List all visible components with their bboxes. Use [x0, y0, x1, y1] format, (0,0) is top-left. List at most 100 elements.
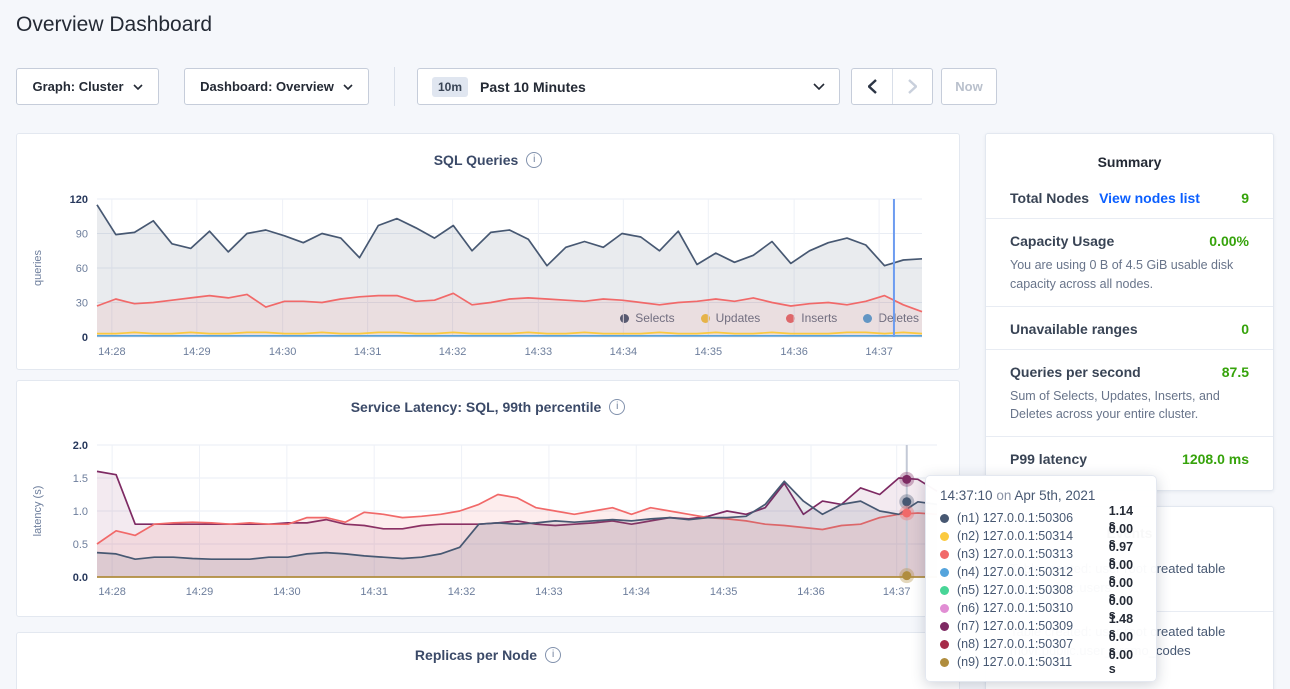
- svg-text:14:35: 14:35: [710, 586, 738, 598]
- replicas-card: Replicas per Node i: [16, 632, 960, 689]
- svg-text:14:35: 14:35: [695, 346, 723, 358]
- chevron-left-icon: [868, 79, 877, 94]
- time-prev-button[interactable]: [852, 69, 892, 104]
- svg-text:14:33: 14:33: [535, 586, 563, 598]
- node-address: (n8) 127.0.0.1:50307: [957, 637, 1101, 651]
- node-color-dot: [940, 586, 949, 595]
- node-color-dot: [940, 532, 949, 541]
- now-button-label: Now: [955, 79, 982, 94]
- capacity-usage-caption: You are using 0 B of 4.5 GiB usable disk…: [1010, 256, 1249, 294]
- sql-queries-chart[interactable]: 030609012014:2814:2914:3014:3114:3214:33…: [25, 186, 953, 373]
- dashboard-dropdown[interactable]: Dashboard: Overview: [184, 68, 369, 105]
- total-nodes-value: 9: [1241, 190, 1249, 206]
- view-nodes-list-link[interactable]: View nodes list: [1099, 190, 1200, 206]
- sql-queries-title: SQL Queries: [434, 152, 519, 168]
- node-address: (n9) 127.0.0.1:50311: [957, 655, 1101, 669]
- svg-text:14:31: 14:31: [360, 586, 388, 598]
- node-address: (n7) 127.0.0.1:50309: [957, 619, 1101, 633]
- svg-text:2.0: 2.0: [73, 440, 88, 452]
- dashboard-dropdown-label: Dashboard: Overview: [200, 79, 334, 94]
- svg-text:14:30: 14:30: [269, 346, 297, 358]
- svg-text:14:28: 14:28: [98, 586, 126, 598]
- p99-latency-label: P99 latency: [1010, 451, 1087, 467]
- now-button[interactable]: Now: [941, 68, 997, 105]
- summary-row-unavailable: Unavailable ranges 0: [986, 307, 1273, 350]
- chart-hover-tooltip: 14:37:10 on Apr 5th, 2021 (n1) 127.0.0.1…: [925, 475, 1157, 682]
- svg-text:14:32: 14:32: [448, 586, 476, 598]
- svg-text:14:33: 14:33: [525, 346, 553, 358]
- node-color-dot: [940, 568, 949, 577]
- svg-text:14:36: 14:36: [780, 346, 808, 358]
- svg-text:0.5: 0.5: [73, 539, 88, 551]
- unavailable-ranges-value: 0: [1241, 321, 1249, 337]
- node-color-dot: [940, 604, 949, 613]
- svg-text:latency (s): latency (s): [32, 486, 44, 537]
- svg-text:14:31: 14:31: [354, 346, 382, 358]
- info-icon[interactable]: i: [609, 399, 625, 415]
- svg-text:90: 90: [76, 229, 88, 241]
- summary-row-qps: Queries per second 87.5 Sum of Selects, …: [986, 350, 1273, 438]
- svg-text:0: 0: [82, 332, 88, 344]
- chart-canvas[interactable]: 030609012014:2814:2914:3014:3114:3214:33…: [25, 186, 953, 368]
- service-latency-chart[interactable]: 0.0 0.5 1.0 1.5 2.0 14:28 14:29 14:30 14:31 14:32…: [25, 431, 953, 614]
- sql-queries-card: SQL Queries i SelectsUpdatesInsertsDelet…: [16, 133, 960, 370]
- controls-divider: [394, 67, 395, 106]
- time-step-group: [851, 68, 933, 105]
- chevron-right-icon: [908, 79, 917, 94]
- node-latency-value: 0.00 s: [1109, 648, 1142, 676]
- node-address: (n5) 127.0.0.1:50308: [957, 583, 1101, 597]
- info-icon[interactable]: i: [545, 647, 561, 663]
- node-address: (n4) 127.0.0.1:50312: [957, 565, 1101, 579]
- svg-text:14:36: 14:36: [797, 586, 825, 598]
- chevron-down-icon: [343, 84, 353, 90]
- svg-text:14:30: 14:30: [273, 586, 301, 598]
- summary-title: Summary: [986, 134, 1273, 176]
- svg-text:14:37: 14:37: [865, 346, 893, 358]
- summary-row-p99: P99 latency 1208.0 ms: [986, 437, 1273, 479]
- svg-text:0.0: 0.0: [73, 572, 88, 584]
- chevron-down-icon: [813, 83, 825, 90]
- unavailable-ranges-label: Unavailable ranges: [1010, 321, 1138, 337]
- svg-text:120: 120: [70, 194, 88, 206]
- node-address: (n3) 127.0.0.1:50313: [957, 547, 1101, 561]
- node-color-dot: [940, 622, 949, 631]
- svg-text:14:32: 14:32: [439, 346, 467, 358]
- p99-latency-value: 1208.0 ms: [1182, 451, 1249, 467]
- summary-row-total-nodes: Total Nodes View nodes list 9: [986, 176, 1273, 219]
- service-latency-card: Service Latency: SQL, 99th percentile i …: [16, 380, 960, 617]
- qps-label: Queries per second: [1010, 364, 1141, 380]
- qps-value: 87.5: [1222, 364, 1249, 380]
- svg-text:14:29: 14:29: [186, 586, 214, 598]
- graph-dropdown-label: Graph: Cluster: [32, 79, 123, 94]
- time-range-label: Past 10 Minutes: [480, 79, 801, 95]
- svg-text:1.5: 1.5: [73, 473, 88, 485]
- svg-text:queries: queries: [32, 249, 44, 286]
- svg-text:14:28: 14:28: [98, 346, 126, 358]
- tooltip-rows: (n1) 127.0.0.1:503061.14 s(n2) 127.0.0.1…: [940, 509, 1142, 671]
- replicas-title: Replicas per Node: [415, 647, 537, 663]
- svg-text:1.0: 1.0: [73, 506, 88, 518]
- info-icon[interactable]: i: [526, 152, 542, 168]
- svg-text:14:34: 14:34: [610, 346, 638, 358]
- node-address: (n1) 127.0.0.1:50306: [957, 511, 1101, 525]
- summary-panel: Summary Total Nodes View nodes list 9 Ca…: [985, 133, 1274, 491]
- tooltip-row: (n9) 127.0.0.1:503110.00 s: [940, 653, 1142, 671]
- page-title: Overview Dashboard: [16, 13, 212, 37]
- chart-canvas[interactable]: 0.0 0.5 1.0 1.5 2.0 14:28 14:29 14:30 14:31 14:32…: [25, 431, 953, 609]
- node-color-dot: [940, 640, 949, 649]
- capacity-usage-value: 0.00%: [1209, 233, 1249, 249]
- svg-text:60: 60: [76, 263, 88, 275]
- time-next-button[interactable]: [892, 69, 932, 104]
- node-address: (n6) 127.0.0.1:50310: [957, 601, 1101, 615]
- total-nodes-label: Total Nodes: [1010, 190, 1089, 206]
- graph-dropdown[interactable]: Graph: Cluster: [16, 68, 159, 105]
- service-latency-title: Service Latency: SQL, 99th percentile: [351, 399, 602, 415]
- svg-text:14:37: 14:37: [883, 586, 911, 598]
- qps-caption: Sum of Selects, Updates, Inserts, and De…: [1010, 387, 1249, 425]
- time-range-badge: 10m: [432, 77, 468, 97]
- svg-text:14:34: 14:34: [623, 586, 651, 598]
- node-color-dot: [940, 514, 949, 523]
- chevron-down-icon: [133, 84, 143, 90]
- time-range-dropdown[interactable]: 10m Past 10 Minutes: [417, 68, 840, 105]
- summary-row-capacity: Capacity Usage 0.00% You are using 0 B o…: [986, 219, 1273, 307]
